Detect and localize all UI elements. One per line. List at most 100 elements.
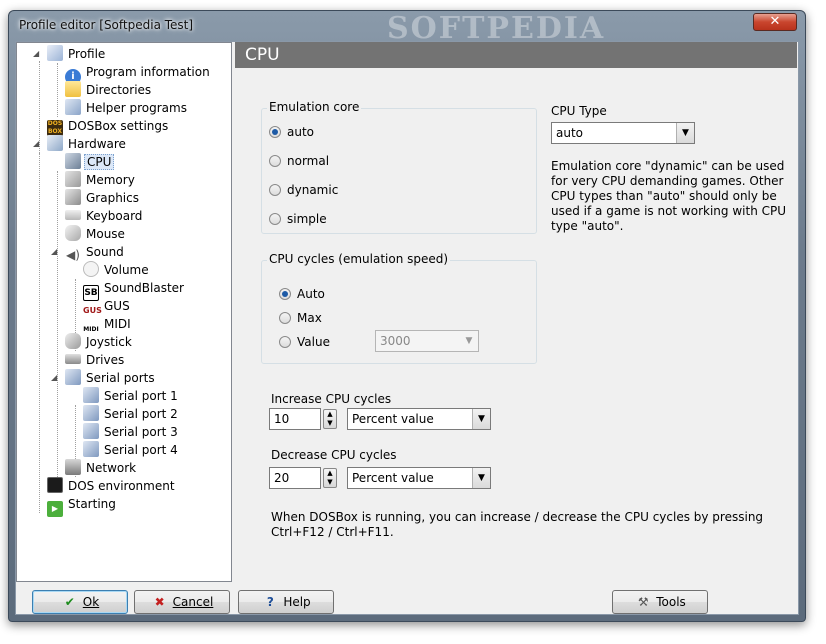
- tree-item-dos-environment[interactable]: DOS environment: [47, 477, 177, 495]
- cpu-cycles-title: CPU cycles (emulation speed): [267, 252, 451, 266]
- drives-icon: [65, 354, 81, 364]
- dos-environment-icon: [47, 477, 63, 493]
- helper-icon: [65, 99, 81, 115]
- tree-item-network[interactable]: Network: [65, 459, 138, 477]
- decrease-cycles-spinner[interactable]: ▲ ▼: [323, 468, 337, 488]
- radio-cycles-max[interactable]: Max: [279, 310, 322, 326]
- emulation-core-title: Emulation core: [267, 100, 362, 114]
- radio-core-simple[interactable]: simple: [269, 211, 327, 227]
- folder-icon: [65, 81, 81, 97]
- radio-cycles-auto[interactable]: Auto: [279, 286, 325, 302]
- tree-item-program-information[interactable]: i Program information: [65, 63, 212, 85]
- starting-icon: ▶: [47, 501, 63, 517]
- tree-item-starting[interactable]: ▶ Starting: [47, 495, 118, 517]
- radio-button-checked[interactable]: [269, 126, 281, 138]
- cycles-value-placeholder: 3000: [380, 334, 411, 348]
- title-bar[interactable]: Profile editor [Softpedia Test] SOFTPEDI…: [9, 11, 805, 46]
- cpu-type-help-text: Emulation core "dynamic" can be used for…: [551, 159, 787, 233]
- serial-port-icon: [83, 423, 99, 439]
- panel-title: CPU: [235, 42, 797, 68]
- tools-button[interactable]: ⚒ Tools: [612, 590, 708, 614]
- cpu-type-label: CPU Type: [551, 104, 607, 118]
- radio-core-normal[interactable]: normal: [269, 153, 329, 169]
- tree-item-serial-port-2[interactable]: Serial port 2: [83, 405, 180, 423]
- expand-icon[interactable]: ◢: [51, 243, 57, 261]
- serial-port-icon: [83, 441, 99, 457]
- profile-editor-window: Profile editor [Softpedia Test] SOFTPEDI…: [8, 10, 806, 622]
- radio-core-dynamic[interactable]: dynamic: [269, 182, 338, 198]
- decrease-cycles-label: Decrease CPU cycles: [271, 448, 397, 462]
- client-area: ◢ Profile i Program information Directori…: [15, 41, 799, 615]
- decrease-mode-select[interactable]: Percent value ▼: [347, 467, 491, 489]
- hardware-icon: [47, 135, 63, 151]
- tree-item-serial-port-1[interactable]: Serial port 1: [83, 387, 180, 405]
- cpu-type-select[interactable]: auto ▼: [551, 122, 695, 144]
- cpu-settings-panel: CPU Emulation core auto normal dynamic s…: [235, 42, 797, 582]
- radio-cycles-value[interactable]: Value: [279, 334, 330, 350]
- tree-item-serial-port-4[interactable]: Serial port 4: [83, 441, 180, 459]
- tree-item-serial-ports[interactable]: ◢ Serial ports: [51, 369, 157, 387]
- radio-button[interactable]: [269, 184, 281, 196]
- tree-item-joystick[interactable]: Joystick: [65, 333, 134, 351]
- decrease-cycles-input[interactable]: 20: [269, 467, 321, 489]
- joystick-icon: [65, 333, 81, 349]
- ok-button[interactable]: ✔ Ok: [32, 590, 128, 614]
- increase-cycles-spinner[interactable]: ▲ ▼: [323, 409, 337, 429]
- cpu-icon: [65, 153, 81, 169]
- tree-item-serial-port-3[interactable]: Serial port 3: [83, 423, 180, 441]
- cpu-type-value: auto: [556, 126, 584, 140]
- radio-button-checked[interactable]: [279, 288, 291, 300]
- spin-down-icon[interactable]: ▼: [327, 478, 332, 486]
- chevron-down-icon[interactable]: ▼: [460, 331, 478, 351]
- tree-item-mouse[interactable]: Mouse: [65, 225, 127, 243]
- tree-item-profile[interactable]: ◢ Profile: [33, 45, 107, 63]
- spin-down-icon[interactable]: ▼: [327, 419, 332, 427]
- spin-up-icon[interactable]: ▲: [327, 410, 332, 418]
- tree-item-hardware[interactable]: ◢ Hardware: [33, 135, 128, 153]
- tree-item-helper-programs[interactable]: Helper programs: [65, 99, 189, 117]
- tree-item-gus[interactable]: GUS GUS: [83, 297, 132, 315]
- tree-item-keyboard[interactable]: Keyboard: [65, 207, 144, 225]
- expand-icon[interactable]: ◢: [33, 135, 39, 153]
- tree-item-volume[interactable]: Volume: [83, 261, 151, 279]
- increase-mode-select[interactable]: Percent value ▼: [347, 408, 491, 430]
- tree-item-directories[interactable]: Directories: [65, 81, 153, 99]
- increase-cycles-input[interactable]: 10: [269, 408, 321, 430]
- decrease-mode-value: Percent value: [352, 471, 434, 485]
- mouse-icon: [65, 225, 81, 241]
- help-button[interactable]: ? Help: [238, 590, 334, 614]
- chevron-down-icon[interactable]: ▼: [472, 468, 490, 488]
- tree-item-sound[interactable]: ◢ ◀) Sound: [51, 243, 126, 262]
- checkmark-icon: ✔: [64, 595, 75, 609]
- cancel-button[interactable]: ✖ Cancel: [134, 590, 230, 614]
- chevron-down-icon[interactable]: ▼: [676, 123, 694, 143]
- tree-item-soundblaster[interactable]: SB SoundBlaster: [83, 279, 186, 301]
- memory-icon: [65, 171, 81, 187]
- expand-icon[interactable]: ◢: [33, 45, 39, 63]
- radio-button[interactable]: [279, 336, 291, 348]
- tools-icon: ⚒: [637, 595, 649, 609]
- profile-icon: [47, 45, 63, 61]
- volume-icon: [83, 261, 99, 277]
- spin-up-icon[interactable]: ▲: [327, 469, 332, 477]
- radio-button[interactable]: [279, 312, 291, 324]
- cycles-value-combo[interactable]: 3000 ▼: [375, 330, 479, 352]
- serial-port-icon: [83, 405, 99, 421]
- tree-item-midi[interactable]: MIDI MIDI: [83, 315, 133, 333]
- chevron-down-icon[interactable]: ▼: [472, 409, 490, 429]
- tree-item-drives[interactable]: Drives: [65, 351, 126, 369]
- tree-line: [57, 171, 58, 491]
- radio-button[interactable]: [269, 213, 281, 225]
- tree-line: [39, 153, 40, 513]
- tree-item-memory[interactable]: Memory: [65, 171, 137, 189]
- tree-line: [57, 63, 58, 117]
- tree-item-cpu[interactable]: CPU: [65, 153, 115, 171]
- tree-item-graphics[interactable]: Graphics: [65, 189, 141, 207]
- expand-icon[interactable]: ◢: [51, 369, 57, 387]
- close-button[interactable]: ✕: [753, 13, 797, 31]
- sound-icon: ◀): [66, 248, 80, 262]
- radio-button[interactable]: [269, 155, 281, 167]
- settings-tree[interactable]: ◢ Profile i Program information Directori…: [16, 42, 232, 582]
- tree-item-dosbox-settings[interactable]: DOS BOX DOSBox settings: [47, 117, 170, 136]
- radio-core-auto[interactable]: auto: [269, 124, 314, 140]
